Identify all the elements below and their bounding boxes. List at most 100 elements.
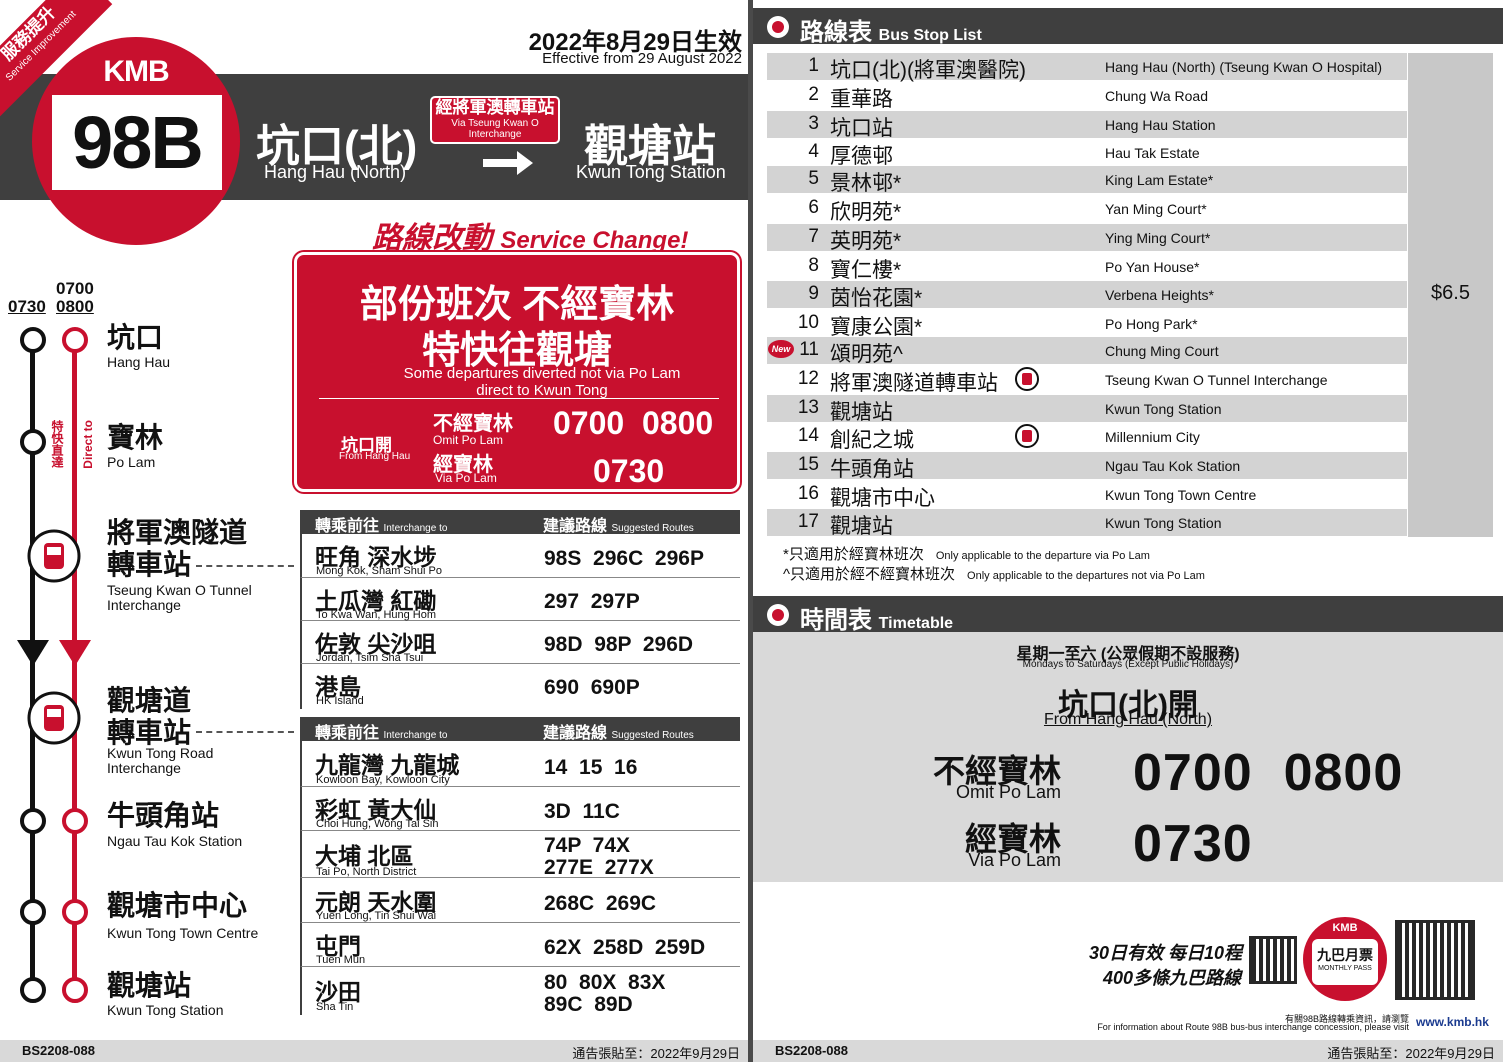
stop-name-zh: 茵怡花園* [830, 287, 923, 310]
note: ^只適用於經不經寶林班次 Only applicable to the depar… [783, 563, 1205, 584]
kmb-website-link[interactable]: www.kmb.hk [1416, 1015, 1489, 1029]
dest-en: Mong Kok, Sham Shui Po [316, 565, 442, 577]
head-b-zh: 建議路線 [543, 725, 608, 742]
stop-name-en: Kwun Tong Town Centre [1105, 487, 1257, 503]
note1-en: Only applicable to the departure via Po … [935, 550, 1150, 562]
stop-number: 10 [797, 312, 819, 333]
stop-row: 2 重華路 Chung Wa Road [767, 82, 1407, 111]
dest-en: Jordan, Tsim Sha Tsui [316, 652, 424, 664]
stop-number: 7 [808, 226, 819, 247]
express-label-zh: 特快直達 [50, 420, 64, 468]
station-en: Po Lam [107, 454, 156, 470]
timetable-title-zh: 時間表 [800, 607, 872, 634]
stop-number: 1 [808, 55, 819, 76]
stop-circle [62, 327, 88, 353]
posted-until: 通告張貼至：2022年9月29日 [1327, 1046, 1495, 1061]
station-zh: 牛頭角站 [107, 800, 220, 831]
stop-number: 12 [797, 368, 819, 389]
stop-number: 13 [797, 397, 819, 418]
interchange-row: 沙田 Sha Tin 80 80X 83X 89C 89D [300, 967, 740, 1016]
routes: 74P 74X 277E 277X [544, 834, 654, 879]
stop-row: 13 觀塘站 Kwun Tong Station [767, 395, 1407, 424]
stop-name-en: Hang Hau (North) (Tseung Kwan O Hospital… [1105, 59, 1383, 75]
fare-column: $6.5 [1408, 53, 1493, 537]
stop-icon [767, 16, 789, 38]
dest-en: To Kwa Wan, Hung Hom [316, 609, 437, 621]
routes: 14 15 16 [544, 756, 638, 779]
stop-name-zh: 觀塘市中心 [830, 487, 935, 510]
stop-name-en: Hau Tak Estate [1105, 145, 1200, 161]
note1-zh: *只適用於經寶林班次 [783, 546, 924, 563]
stop-name-zh: 牛頭角站 [830, 458, 914, 481]
pass-zh: 九巴月票 [1317, 947, 1373, 963]
stop-name-en: Tseung Kwan O Tunnel Interchange [1105, 372, 1328, 388]
stop-name-zh: 英明苑* [830, 230, 902, 253]
interchange-icon [1015, 424, 1039, 448]
stop-row: 15 牛頭角站 Ngau Tau Kok Station [767, 452, 1407, 481]
col2-time-bottom: 0800 [56, 297, 94, 316]
arrow-down-red-icon [59, 640, 91, 666]
dest-en: Yuen Long, Tin Shui Wai [316, 910, 437, 922]
stop-name-zh: 創紀之城 [830, 429, 914, 452]
stop-name-en: Kwun Tong Station [1105, 515, 1222, 531]
station-zh: 觀塘站 [107, 970, 192, 1001]
info-en: For information about Route 98B bus-bus … [1097, 1022, 1409, 1032]
stop-name-en: Po Yan House* [1105, 259, 1200, 275]
station-en: Kwun Tong Station [107, 1002, 224, 1018]
monthly-pass-logo: KMB 九巴月票 MONTHLY PASS [1303, 917, 1387, 1001]
via-times: 0730 [593, 453, 665, 489]
fare: $6.5 [1431, 282, 1470, 304]
note2-en: Only applicable to the departures not vi… [967, 570, 1205, 582]
stop-number: 17 [797, 511, 819, 532]
dashed-connector [196, 731, 294, 733]
stop-name-en: Millennium City [1105, 429, 1200, 445]
stop-name-zh: 欣明苑* [830, 201, 902, 224]
promo-line2: 400多條九巴路線 [1103, 968, 1242, 988]
timetable-header: 時間表 Timetable [753, 596, 1503, 634]
dest-en: Tuen Mun [316, 954, 366, 966]
interchange-row: 土瓜灣 紅磡 To Kwa Wan, Hung Hom 297 297P [300, 578, 740, 621]
stop-row: 1 坑口(北)(將軍澳醫院) Hang Hau (North) (Tseung Kw… [767, 53, 1407, 82]
stop-number: 9 [808, 283, 819, 304]
stop-number: 16 [797, 483, 819, 504]
stop-name-en: Hang Hau Station [1105, 117, 1216, 133]
stop-number: 5 [808, 168, 819, 189]
dest-en: Kowloon Bay, Kowloon City [316, 774, 450, 786]
route-number: 98B [52, 95, 222, 190]
days-en: Mondays to Saturdays (Except Public Holi… [1022, 659, 1234, 670]
head-a-zh: 轉乘前往 [315, 725, 380, 742]
stop-circle [20, 808, 46, 834]
stop-row: 6 欣明苑* Yan Ming Court* [767, 195, 1407, 224]
stop-number: 14 [797, 425, 819, 446]
route-notice-left: KMB 98B 服務提升 Service Improvement 2022年8月… [0, 0, 748, 1062]
dest-en: Tai Po, North District [316, 866, 417, 878]
stop-row: 11 頌明苑^ Chung Ming Court New [767, 337, 1407, 366]
stop-name-en: Chung Wa Road [1105, 88, 1208, 104]
stop-name-en: Kwun Tong Station [1105, 401, 1222, 417]
stop-name-en: Ngau Tau Kok Station [1105, 458, 1241, 474]
omit-times: 0700 0800 [553, 405, 714, 441]
effective-date-en: Effective from 29 August 2022 [542, 50, 742, 67]
routes: 3D 11C [544, 800, 620, 823]
station-zh: 寶林 [107, 422, 164, 453]
stop-row: 9 茵怡花園* Verbena Heights* [767, 281, 1407, 310]
qr-code-icon[interactable] [1249, 936, 1297, 984]
qr-code-large-icon[interactable] [1395, 920, 1475, 1000]
col1-time: 0730 [8, 297, 46, 316]
stop-row: 16 觀塘市中心 Kwun Tong Town Centre [767, 481, 1407, 510]
via-interchange-box: 經將軍澳轉車站 Via Tseung Kwan O Interchange [430, 96, 560, 144]
stop-circle [20, 899, 46, 925]
stop-row: 4 厚德邨 Hau Tak Estate [767, 139, 1407, 168]
via-zh: 經將軍澳轉車站 [435, 98, 555, 117]
stop-list-header: 路線表 Bus Stop List [753, 8, 1503, 46]
stop-row: 3 坑口站 Hang Hau Station [767, 111, 1407, 140]
omit-en: Omit Po Lam [955, 782, 1061, 802]
head-a-en: Interchange to [383, 730, 448, 741]
origin-en: Hang Hau (North) [264, 162, 407, 182]
stop-circle [20, 977, 46, 1003]
stop-name-en: Verbena Heights* [1105, 287, 1214, 303]
arrow-right-icon [483, 151, 533, 175]
from-en: From Hang Hau [339, 451, 411, 462]
pass-en: MONTHLY PASS [1318, 965, 1372, 972]
clock-icon [767, 604, 789, 626]
